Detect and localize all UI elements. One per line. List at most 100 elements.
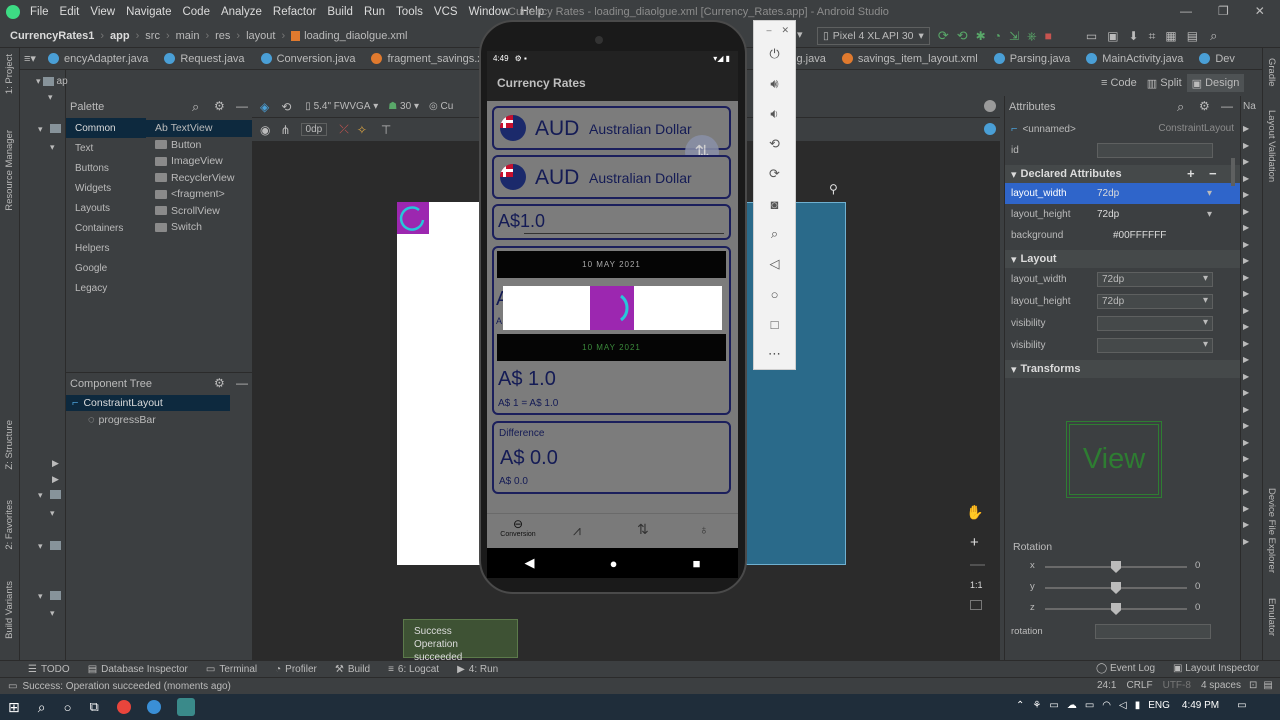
- expand-icon[interactable]: ▾: [50, 508, 55, 519]
- expand-icon[interactable]: ▾: [50, 142, 55, 153]
- palette-item[interactable]: Ab TextView: [146, 120, 252, 137]
- tree-arrow-icon[interactable]: ▶: [1243, 256, 1249, 265]
- device-file-explorer-tab[interactable]: Device File Explorer: [1266, 488, 1277, 573]
- gear-icon[interactable]: ⚙: [214, 376, 225, 390]
- split-mode-button[interactable]: ▥ Split: [1142, 77, 1187, 90]
- apply-code-icon[interactable]: ⟲: [957, 28, 968, 44]
- tree-node-progressbar[interactable]: ◌ progressBar: [66, 411, 252, 428]
- stop-icon[interactable]: ■: [1045, 29, 1052, 43]
- breadcrumb-item[interactable]: main: [176, 30, 200, 42]
- infer-constraints-icon[interactable]: ✧: [357, 123, 367, 137]
- editor-tab[interactable]: encyAdapter.java: [40, 48, 156, 70]
- notification-toast[interactable]: Success Operation succeeded: [403, 619, 518, 663]
- attr-value[interactable]: 72dp: [1097, 209, 1205, 220]
- back-icon[interactable]: ◀: [525, 555, 535, 571]
- layout-section-header[interactable]: ▾ Layout: [1005, 250, 1240, 268]
- tree-arrow-icon[interactable]: ▶: [1243, 223, 1249, 232]
- palette-category-legacy[interactable]: Legacy: [66, 278, 146, 298]
- tree-arrow-icon[interactable]: ▶: [1243, 207, 1249, 216]
- clear-constraints-icon[interactable]: ⤫: [339, 122, 349, 137]
- progress-bar-preview[interactable]: [397, 202, 429, 234]
- android-studio-icon[interactable]: [176, 698, 195, 716]
- eye-icon[interactable]: ◉: [260, 123, 270, 137]
- pan-hand-icon[interactable]: ✋: [966, 504, 983, 521]
- slider-track[interactable]: [1045, 561, 1187, 573]
- expand-icon[interactable]: ▾: [48, 92, 53, 103]
- chrome-icon[interactable]: [116, 700, 131, 714]
- screenshot-icon[interactable]: ◙: [754, 189, 795, 219]
- rotation-input[interactable]: [1095, 624, 1211, 639]
- editor-tab[interactable]: Conversion.java: [253, 48, 364, 70]
- declared-attributes-header[interactable]: ▾ Declared Attributes + −: [1005, 165, 1240, 183]
- palette-category-containers[interactable]: Containers: [66, 218, 146, 238]
- bottom-tool-database-inspector[interactable]: ▤ Database Inspector: [88, 664, 188, 675]
- config-dropdown[interactable]: ▾: [797, 28, 809, 44]
- design-surface[interactable]: [397, 202, 483, 565]
- rotate-left-icon[interactable]: ⟲: [754, 129, 795, 159]
- breadcrumb-item[interactable]: app: [110, 30, 130, 42]
- sync-icon[interactable]: ▭: [1086, 29, 1097, 43]
- editor-tab[interactable]: Dev: [1191, 48, 1243, 70]
- tree-arrow-icon[interactable]: ▶: [1243, 339, 1249, 348]
- currency-row-to[interactable]: AUD Australian Dollar: [492, 155, 731, 199]
- bottom-tool-terminal[interactable]: ▭ Terminal: [206, 664, 257, 675]
- attach-icon[interactable]: ⇲: [1009, 29, 1019, 43]
- slider-thumb[interactable]: [1111, 561, 1121, 573]
- tray-icon[interactable]: ⚘: [1032, 700, 1041, 711]
- project-root[interactable]: ▾ ap: [36, 76, 68, 87]
- theme-dropdown[interactable]: ◎ Cu: [429, 101, 453, 112]
- expand-icon[interactable]: ▾: [50, 608, 55, 619]
- layout-icon[interactable]: ▤: [1187, 29, 1198, 43]
- rotate-right-icon[interactable]: ⟳: [754, 159, 795, 189]
- back-icon[interactable]: ◁: [754, 249, 795, 279]
- tree-arrow-icon[interactable]: ▶: [1243, 141, 1249, 150]
- gradle-tab[interactable]: Gradle: [1266, 58, 1277, 87]
- language-indicator[interactable]: ENG: [1148, 700, 1170, 711]
- declared-attr-row[interactable]: background #00FFFFFF: [1005, 225, 1240, 246]
- search-icon[interactable]: ⌕: [192, 99, 199, 115]
- layout-validation-tab[interactable]: Layout Validation: [1266, 110, 1277, 182]
- menu-item-run[interactable]: Run: [364, 6, 385, 18]
- attr-value[interactable]: #00FFFFFF: [1097, 230, 1205, 241]
- memory-icon[interactable]: ▤: [1263, 680, 1272, 691]
- power-icon[interactable]: ⏻: [754, 39, 795, 69]
- palette-item[interactable]: ScrollView: [146, 203, 252, 220]
- collapse-icon[interactable]: ▶: [52, 474, 59, 485]
- bottom-tool-todo[interactable]: ☰ TODO: [28, 664, 70, 675]
- slider-track[interactable]: [1045, 582, 1187, 594]
- tree-arrow-icon[interactable]: ▶: [1243, 157, 1249, 166]
- menu-item-build[interactable]: Build: [327, 6, 353, 18]
- minimize-icon[interactable]: –: [766, 25, 771, 35]
- bottom-tool-build[interactable]: ⚒ Build: [335, 664, 370, 675]
- tab-scroll-icon[interactable]: ≡▾: [20, 48, 40, 70]
- favorites-tab[interactable]: 2: Favorites: [4, 500, 15, 550]
- project-tool-tab[interactable]: 1: Project: [4, 54, 15, 94]
- editor-tab[interactable]: savings_item_layout.xml: [834, 48, 986, 70]
- palette-item[interactable]: Button: [146, 137, 252, 154]
- tree-arrow-icon[interactable]: ▶: [1243, 504, 1249, 513]
- tree-arrow-icon[interactable]: ▶: [1243, 438, 1249, 447]
- palette-category-layouts[interactable]: Layouts: [66, 198, 146, 218]
- layout-inspector-button[interactable]: ▣ Layout Inspector: [1173, 663, 1259, 674]
- collapse-icon[interactable]: ▶: [52, 458, 59, 469]
- emulator-tab[interactable]: Emulator: [1266, 598, 1277, 636]
- tree-arrow-icon[interactable]: ▶: [1243, 273, 1249, 282]
- overview-icon[interactable]: □: [754, 309, 795, 339]
- cloud-icon[interactable]: ☁: [1067, 700, 1077, 711]
- wifi-icon[interactable]: ◠: [1102, 700, 1111, 711]
- home-icon[interactable]: ○: [754, 279, 795, 309]
- swap-vertical-icon[interactable]: ⇅: [637, 521, 649, 538]
- expand-icon[interactable]: ▾: [38, 541, 43, 552]
- search-icon[interactable]: ⌕: [38, 699, 46, 716]
- minimize-panel-icon[interactable]: —: [236, 99, 248, 113]
- sdk-manager-icon[interactable]: ⬇: [1129, 29, 1139, 43]
- breadcrumb-item[interactable]: loading_diaolgue.xml: [304, 30, 407, 42]
- search-icon[interactable]: ⌕: [1210, 28, 1217, 44]
- zoom-icon[interactable]: ⌕: [754, 219, 795, 249]
- expand-icon[interactable]: ▾: [38, 490, 43, 501]
- gear-icon[interactable]: ⚙: [1199, 99, 1210, 113]
- attr-dropdown[interactable]: 72dp: [1097, 293, 1213, 309]
- orientation-icon[interactable]: ⟲: [281, 100, 291, 114]
- guidelines-icon[interactable]: ⊤: [381, 123, 391, 137]
- id-input[interactable]: [1097, 143, 1213, 158]
